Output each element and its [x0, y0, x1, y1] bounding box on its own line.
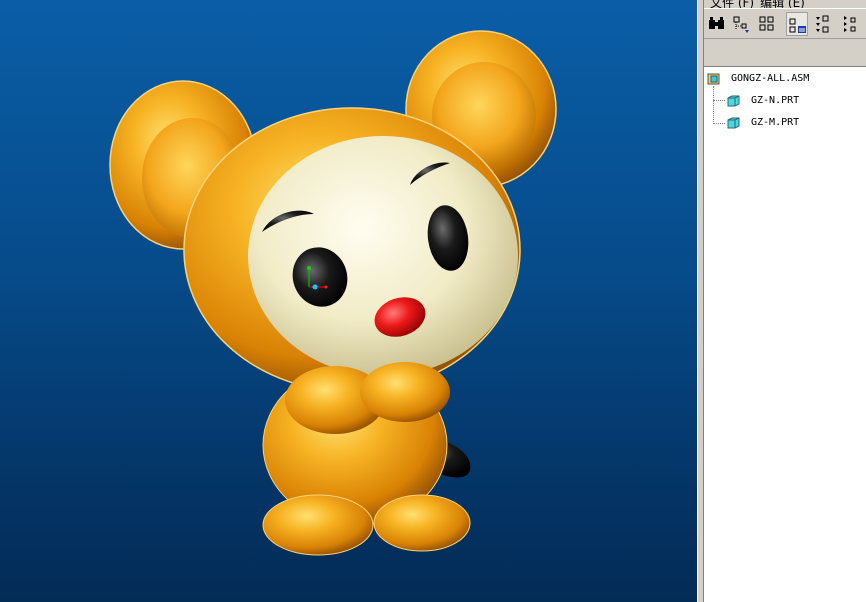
part-icon: [727, 117, 740, 129]
right-arm: [360, 362, 450, 422]
tree-node-label: GZ-M.PRT: [751, 117, 800, 128]
tree-columns-icon[interactable]: [757, 12, 779, 36]
right-foot: [373, 494, 471, 552]
expand-all-icon[interactable]: [813, 12, 835, 36]
tree-settings-icon[interactable]: [731, 12, 753, 36]
tree-node-label: GONGZ-ALL.ASM: [731, 73, 810, 84]
show-layers-icon[interactable]: [786, 12, 808, 36]
mouse-model: [109, 30, 557, 556]
binoculars-icon[interactable]: [706, 12, 728, 36]
graphics-viewport[interactable]: [0, 0, 697, 602]
collapse-all-icon[interactable]: [840, 12, 862, 36]
secondary-toolbar: [704, 39, 866, 67]
menu-bar: 文件 (F) 编辑 (E): [704, 0, 866, 10]
tree-toolbar: [704, 8, 866, 39]
model-tree-panel: 文件 (F) 编辑 (E) GONGZ-ALL.ASM GZ-N.PRT GZ-…: [704, 0, 866, 602]
face: [248, 136, 518, 376]
splitter[interactable]: [697, 0, 704, 602]
assembly-icon: [707, 73, 720, 85]
tree-node-label: GZ-N.PRT: [751, 95, 800, 106]
left-foot: [262, 494, 374, 556]
part-icon: [727, 95, 740, 107]
